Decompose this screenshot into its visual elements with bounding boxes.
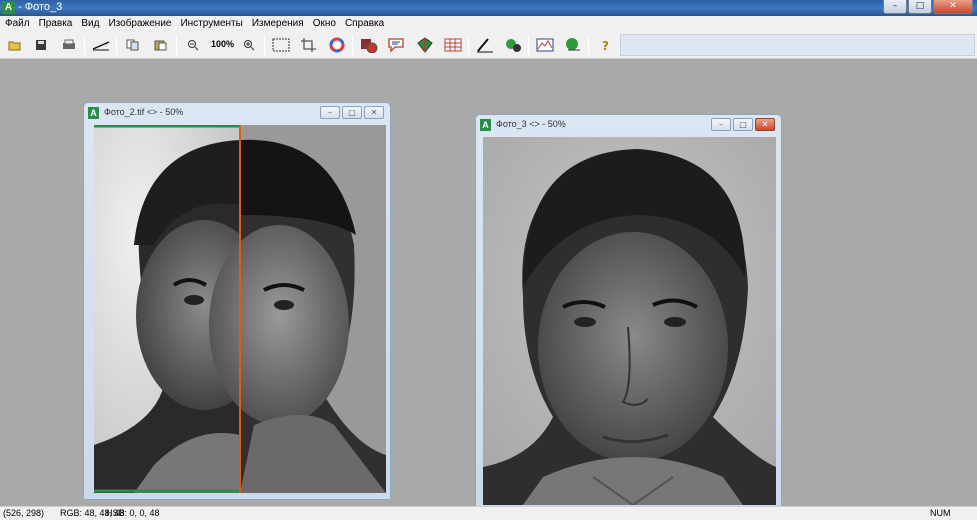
child-close-button[interactable]: ✕ <box>364 106 384 119</box>
image-canvas[interactable] <box>483 137 776 505</box>
maximize-button[interactable]: □ <box>908 0 932 14</box>
child-title: Фото_2.tif <> - 50% <box>104 107 184 117</box>
help-icon[interactable]: ? <box>594 35 616 55</box>
child-title-bar[interactable]: A Фото_3 <> - 50% – □ ✕ <box>476 115 781 135</box>
print-icon[interactable] <box>58 35 80 55</box>
image-window-foto3[interactable]: A Фото_3 <> - 50% – □ ✕ <box>475 114 782 508</box>
child-title-bar[interactable]: A Фото_2.tif <> - 50% – □ ✕ <box>84 103 390 123</box>
menu-help[interactable]: Справка <box>340 16 388 31</box>
menu-measurements[interactable]: Измерения <box>247 16 308 31</box>
status-bar: (526, 298) RGB: 48, 48, 48 HSB: 0, 0, 48… <box>0 506 977 520</box>
gear-cluster-icon[interactable] <box>502 35 524 55</box>
crop-icon[interactable] <box>298 35 320 55</box>
menu-view[interactable]: Вид <box>76 16 103 31</box>
child-minimize-button[interactable]: – <box>711 118 731 131</box>
menu-tools[interactable]: Инструменты <box>175 16 246 31</box>
annotation-icon[interactable] <box>386 35 408 55</box>
rect-select-icon[interactable] <box>270 35 292 55</box>
minimize-button[interactable]: – <box>883 0 907 14</box>
color-wheel-icon[interactable] <box>326 35 348 55</box>
stack-icon[interactable] <box>414 35 436 55</box>
doc-logo-icon: A <box>480 119 491 131</box>
image-canvas[interactable] <box>94 125 386 493</box>
child-maximize-button[interactable]: □ <box>342 106 362 119</box>
portrait-result-image <box>483 137 776 505</box>
close-button[interactable]: ✕ <box>933 0 973 14</box>
app-title-bar: A - Фото_3 – □ ✕ <box>0 0 977 16</box>
num-lock-indicator: NUM <box>930 508 951 518</box>
menu-bar: Файл Правка Вид Изображение Инструменты … <box>0 16 977 31</box>
doc-logo-icon: A <box>88 107 99 119</box>
grid-icon[interactable] <box>442 35 464 55</box>
paste-icon[interactable] <box>150 35 172 55</box>
measure-line-icon[interactable] <box>90 35 112 55</box>
save-icon[interactable] <box>30 35 52 55</box>
child-minimize-button[interactable]: – <box>320 106 340 119</box>
copy-icon[interactable] <box>122 35 144 55</box>
toolbar: 100% ? <box>0 31 977 59</box>
menu-edit[interactable]: Правка <box>34 16 77 31</box>
cursor-coords: (526, 298) <box>3 508 45 518</box>
svg-text:?: ? <box>602 39 609 52</box>
toolbar-empty-area <box>620 34 975 56</box>
app-logo-icon: A <box>2 1 15 14</box>
app-title: - Фото_3 <box>18 1 63 13</box>
menu-image[interactable]: Изображение <box>103 16 175 31</box>
zoom-out-icon[interactable] <box>182 35 204 55</box>
histogram-icon[interactable] <box>534 35 556 55</box>
menu-file[interactable]: Файл <box>0 16 34 31</box>
child-title: Фото_3 <> - 50% <box>496 119 566 129</box>
palette-icon[interactable] <box>562 35 584 55</box>
marker-icon[interactable] <box>474 35 496 55</box>
window-controls: – □ ✕ <box>883 0 973 14</box>
child-maximize-button[interactable]: □ <box>733 118 753 131</box>
zoom-100-button[interactable]: 100% <box>211 39 234 49</box>
child-close-button[interactable]: ✕ <box>755 118 775 131</box>
image-window-foto2[interactable]: A Фото_2.tif <> - 50% – □ ✕ <box>83 102 391 500</box>
portrait-composite-image <box>94 125 386 493</box>
open-icon[interactable] <box>4 35 26 55</box>
zoom-in-icon[interactable] <box>238 35 260 55</box>
hsb-readout: HSB: 0, 0, 48 <box>106 508 160 518</box>
layers-icon[interactable] <box>358 35 380 55</box>
menu-window[interactable]: Окно <box>308 16 340 31</box>
